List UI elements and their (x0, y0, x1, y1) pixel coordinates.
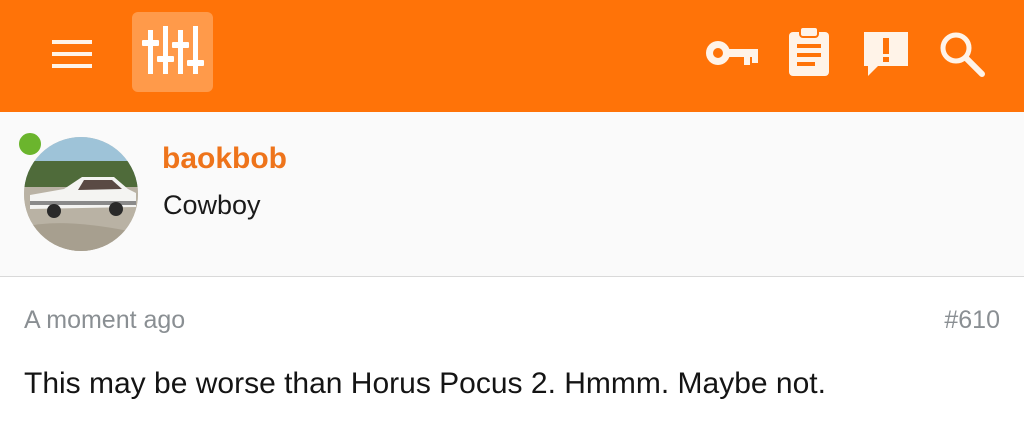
online-status-indicator (17, 131, 43, 157)
clipboard-icon[interactable] (786, 24, 832, 78)
avatar-car-photo (24, 137, 138, 251)
post-timestamp[interactable]: A moment ago (24, 306, 185, 335)
hamburger-menu-icon[interactable] (46, 34, 98, 74)
sliders-logo-icon (142, 26, 204, 74)
site-logo[interactable] (132, 12, 213, 92)
post-body-text: This may be worse than Horus Pocus 2. Hm… (24, 367, 826, 400)
user-title: Cowboy (163, 190, 261, 220)
report-alert-icon[interactable] (860, 28, 912, 80)
search-icon[interactable] (936, 28, 988, 80)
post-number-link[interactable]: #610 (944, 306, 1000, 335)
user-card: baokbob Cowboy (0, 112, 1024, 277)
avatar[interactable] (24, 137, 138, 251)
key-icon[interactable] (702, 30, 762, 76)
top-app-bar (0, 0, 1024, 112)
username-link[interactable]: baokbob (162, 142, 287, 176)
